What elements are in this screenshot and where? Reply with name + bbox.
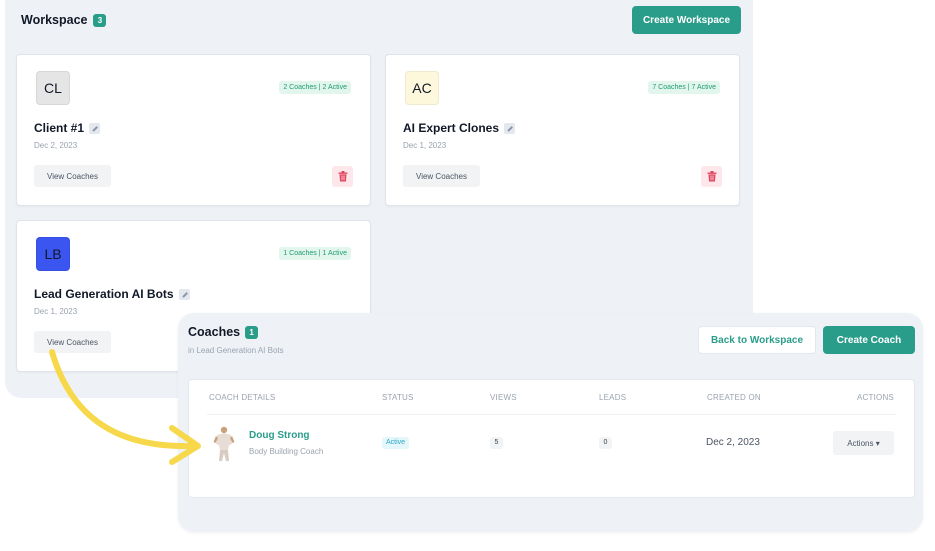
create-workspace-button[interactable]: Create Workspace	[632, 6, 741, 34]
coaches-count-badge: 1	[245, 325, 259, 339]
status-badge: Active	[382, 437, 410, 449]
create-coach-button[interactable]: Create Coach	[823, 326, 915, 354]
coach-count-badge: 2 Coaches | 2 Active	[279, 81, 351, 94]
workspace-avatar: CL	[36, 71, 70, 105]
actions-dropdown-button[interactable]: Actions ▾	[833, 431, 894, 455]
trash-icon	[338, 171, 347, 182]
column-header: LEADS	[599, 393, 627, 402]
header-divider	[207, 414, 896, 415]
workspace-date: Dec 2, 2023	[34, 141, 78, 150]
view-coaches-button[interactable]: View Coaches	[403, 165, 480, 187]
workspace-date: Dec 1, 2023	[34, 307, 78, 316]
workspace-name-text: AI Expert Clones	[403, 121, 500, 135]
view-coaches-button[interactable]: View Coaches	[34, 165, 111, 187]
view-coaches-button[interactable]: View Coaches	[34, 331, 111, 353]
workspace-name: AI Expert Clones	[403, 121, 516, 135]
workspace-card: AC 7 Coaches | 7 Active AI Expert Clones…	[385, 54, 740, 206]
coaches-panel: Coaches 1 in Lead Generation AI Bots Bac…	[178, 313, 923, 532]
workspace-title: Workspace	[21, 13, 88, 27]
views-count: 5	[490, 437, 503, 449]
column-header: COACH DETAILS	[209, 393, 276, 402]
coach-count-badge: 7 Coaches | 7 Active	[648, 81, 720, 94]
leads-count: 0	[599, 437, 612, 449]
coaches-title: Coaches	[188, 325, 241, 339]
coach-name[interactable]: Doug Strong	[249, 430, 310, 441]
edit-pencil-icon[interactable]	[89, 122, 101, 134]
workspace-avatar: LB	[36, 237, 70, 271]
coaches-table: COACH DETAILS STATUS VIEWS LEADS CREATED…	[188, 379, 915, 498]
workspace-avatar: AC	[405, 71, 439, 105]
coaches-subtitle: in Lead Generation AI Bots	[188, 346, 284, 355]
delete-workspace-button[interactable]	[332, 166, 353, 187]
coaches-heading: Coaches 1	[188, 325, 259, 339]
coach-count-badge: 1 Coaches | 1 Active	[279, 247, 351, 260]
edit-pencil-icon[interactable]	[178, 288, 190, 300]
workspace-count-badge: 3	[93, 13, 107, 27]
column-header: VIEWS	[490, 393, 517, 402]
trash-icon	[707, 171, 716, 182]
back-to-workspace-button[interactable]: Back to Workspace	[698, 326, 816, 354]
column-header: STATUS	[382, 393, 414, 402]
delete-workspace-button[interactable]	[701, 166, 722, 187]
coach-role: Body Building Coach	[249, 447, 324, 456]
column-header: CREATED ON	[707, 393, 761, 402]
workspace-card: CL 2 Coaches | 2 Active Client #1 Dec 2,…	[16, 54, 371, 206]
workspace-name-text: Lead Generation AI Bots	[34, 287, 174, 301]
edit-pencil-icon[interactable]	[504, 122, 516, 134]
workspace-date: Dec 1, 2023	[403, 141, 447, 150]
workspace-name-text: Client #1	[34, 121, 85, 135]
column-header: ACTIONS	[857, 393, 894, 402]
workspace-heading: Workspace 3	[21, 13, 107, 27]
workspace-name: Client #1	[34, 121, 101, 135]
coach-avatar	[213, 426, 235, 461]
created-on-date: Dec 2, 2023	[706, 437, 760, 448]
workspace-name: Lead Generation AI Bots	[34, 287, 190, 301]
